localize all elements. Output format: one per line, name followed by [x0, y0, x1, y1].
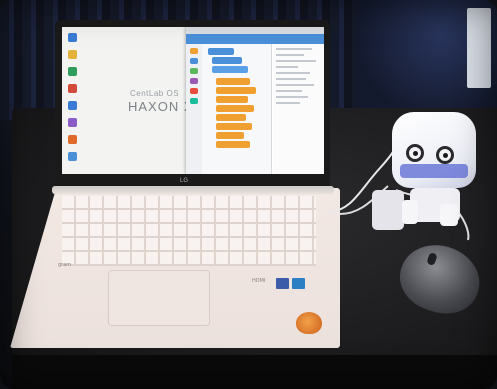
photo-frame: CentLab OS HAXON XR OS LG gram HDMI: [0, 0, 497, 389]
robot-pupil: [443, 153, 448, 158]
robot-head: [392, 112, 476, 188]
robot-right-leg: [440, 204, 458, 226]
robot-left-leg: [402, 200, 418, 224]
robot-right-eye: [436, 146, 454, 164]
robot-stand: [372, 190, 404, 230]
robot-left-eye: [406, 144, 424, 162]
robot-pupil: [413, 151, 418, 156]
